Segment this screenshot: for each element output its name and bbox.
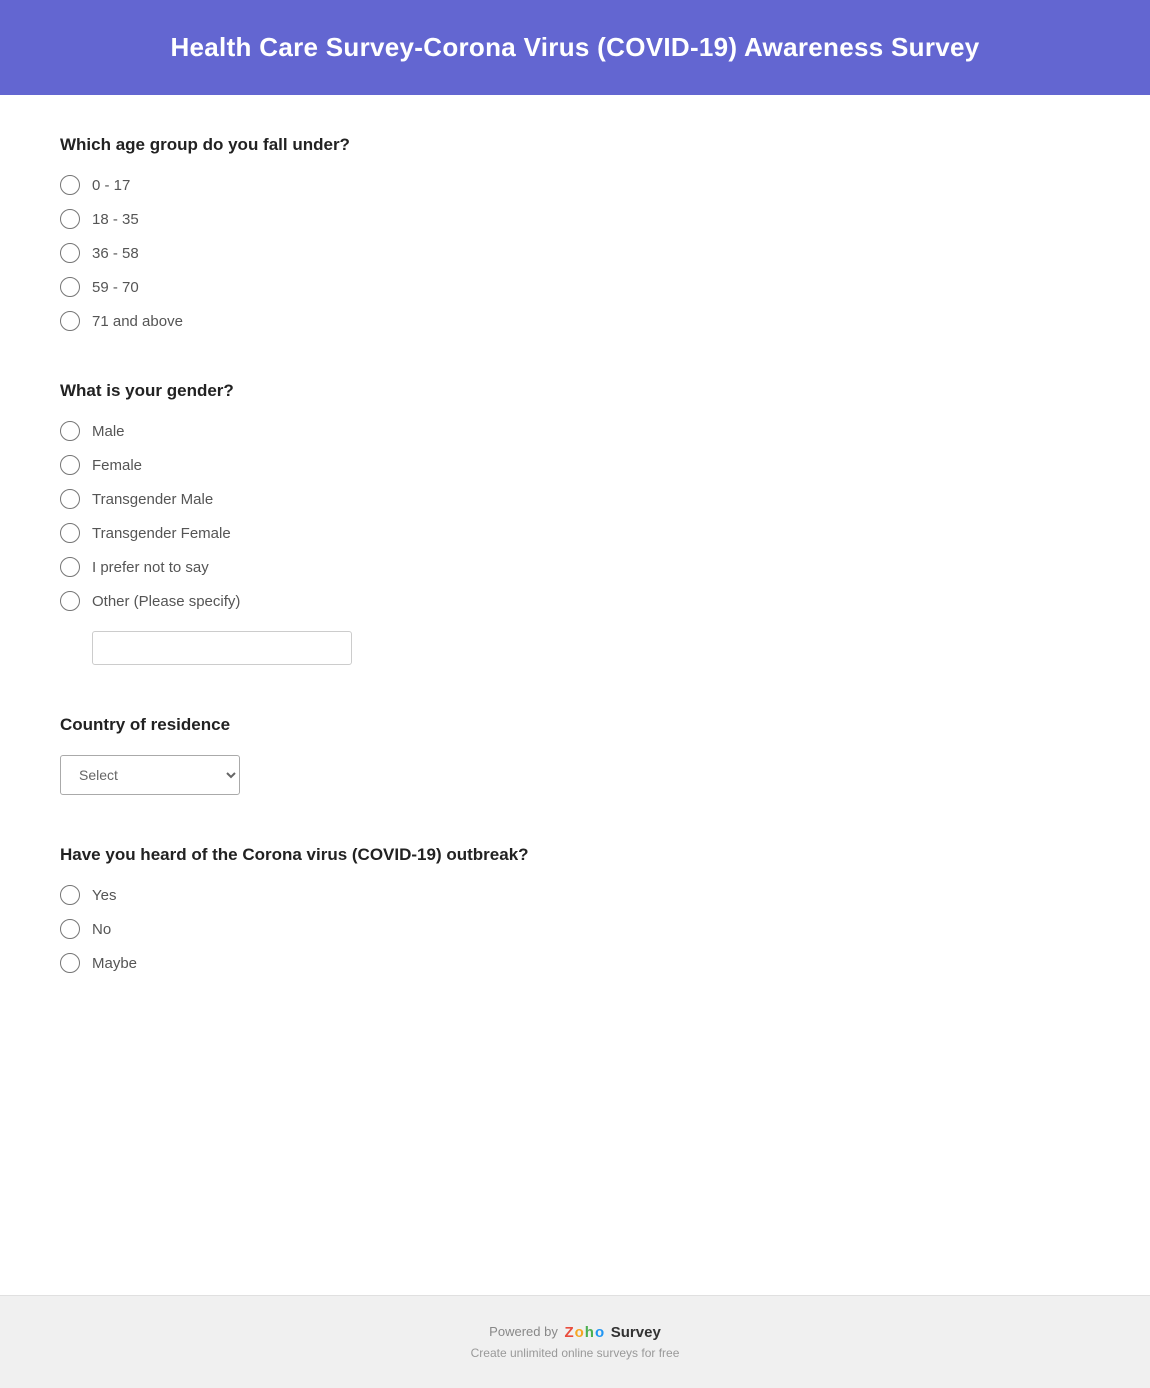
page-footer: Powered by Zoho Survey Create unlimited … — [0, 1295, 1150, 1388]
covid-option-yes[interactable]: Yes — [60, 885, 1090, 905]
zoho-logo: Zoho — [564, 1324, 604, 1341]
powered-by-text: Powered by Zoho Survey — [20, 1324, 1130, 1341]
covid-label-maybe: Maybe — [92, 955, 137, 972]
gender-option-female[interactable]: Female — [60, 455, 1090, 475]
gender-radio-female[interactable] — [60, 455, 80, 475]
covid-radio-maybe[interactable] — [60, 953, 80, 973]
age-radio-18-35[interactable] — [60, 209, 80, 229]
age-option-18-35[interactable]: 18 - 35 — [60, 209, 1090, 229]
age-radio-59-70[interactable] — [60, 277, 80, 297]
age-option-0-17[interactable]: 0 - 17 — [60, 175, 1090, 195]
age-group-label: Which age group do you fall under? — [60, 135, 1090, 155]
question-gender: What is your gender? Male Female Transge… — [60, 381, 1090, 665]
zoho-letter-h: h — [585, 1324, 594, 1341]
age-label-18-35: 18 - 35 — [92, 211, 139, 228]
question-age-group: Which age group do you fall under? 0 - 1… — [60, 135, 1090, 331]
powered-by-label: Powered by — [489, 1324, 558, 1339]
gender-label: What is your gender? — [60, 381, 1090, 401]
survey-title: Health Care Survey-Corona Virus (COVID-1… — [20, 32, 1130, 63]
footer-tagline: Create unlimited online surveys for free — [20, 1346, 1130, 1360]
gender-option-other[interactable]: Other (Please specify) — [60, 591, 1090, 611]
age-option-71-above[interactable]: 71 and above — [60, 311, 1090, 331]
zoho-letter-z: Z — [564, 1324, 573, 1341]
survey-header: Health Care Survey-Corona Virus (COVID-1… — [0, 0, 1150, 95]
age-label-59-70: 59 - 70 — [92, 279, 139, 296]
gender-radio-prefer-not[interactable] — [60, 557, 80, 577]
age-label-71-above: 71 and above — [92, 313, 183, 330]
zoho-letter-o1: o — [575, 1324, 584, 1341]
gender-label-transgender-female: Transgender Female — [92, 525, 231, 542]
country-select[interactable]: Select United States United Kingdom Indi… — [60, 755, 240, 795]
gender-option-transgender-male[interactable]: Transgender Male — [60, 489, 1090, 509]
covid-radio-no[interactable] — [60, 919, 80, 939]
gender-label-transgender-male: Transgender Male — [92, 491, 213, 508]
age-radio-0-17[interactable] — [60, 175, 80, 195]
covid-radio-yes[interactable] — [60, 885, 80, 905]
country-select-wrapper: Select United States United Kingdom Indi… — [60, 755, 1090, 795]
gender-option-prefer-not[interactable]: I prefer not to say — [60, 557, 1090, 577]
question-country: Country of residence Select United State… — [60, 715, 1090, 795]
gender-radio-other[interactable] — [60, 591, 80, 611]
country-label: Country of residence — [60, 715, 1090, 735]
gender-label-other: Other (Please specify) — [92, 593, 240, 610]
gender-radio-transgender-male[interactable] — [60, 489, 80, 509]
gender-label-prefer-not: I prefer not to say — [92, 559, 209, 576]
covid-label-yes: Yes — [92, 887, 116, 904]
age-label-0-17: 0 - 17 — [92, 177, 130, 194]
covid-option-maybe[interactable]: Maybe — [60, 953, 1090, 973]
gender-other-text-input[interactable] — [92, 631, 352, 665]
covid-option-no[interactable]: No — [60, 919, 1090, 939]
gender-option-male[interactable]: Male — [60, 421, 1090, 441]
covid-label-no: No — [92, 921, 111, 938]
age-radio-71-above[interactable] — [60, 311, 80, 331]
gender-radio-male[interactable] — [60, 421, 80, 441]
age-radio-36-58[interactable] — [60, 243, 80, 263]
covid-heard-label: Have you heard of the Corona virus (COVI… — [60, 845, 1090, 865]
gender-label-female: Female — [92, 457, 142, 474]
survey-brand-label: Survey — [611, 1324, 661, 1341]
age-label-36-58: 36 - 58 — [92, 245, 139, 262]
gender-radio-transgender-female[interactable] — [60, 523, 80, 543]
gender-label-male: Male — [92, 423, 125, 440]
main-content: Which age group do you fall under? 0 - 1… — [0, 95, 1150, 1295]
age-option-59-70[interactable]: 59 - 70 — [60, 277, 1090, 297]
zoho-letter-o2: o — [595, 1324, 604, 1341]
gender-option-transgender-female[interactable]: Transgender Female — [60, 523, 1090, 543]
age-option-36-58[interactable]: 36 - 58 — [60, 243, 1090, 263]
question-covid-heard: Have you heard of the Corona virus (COVI… — [60, 845, 1090, 973]
